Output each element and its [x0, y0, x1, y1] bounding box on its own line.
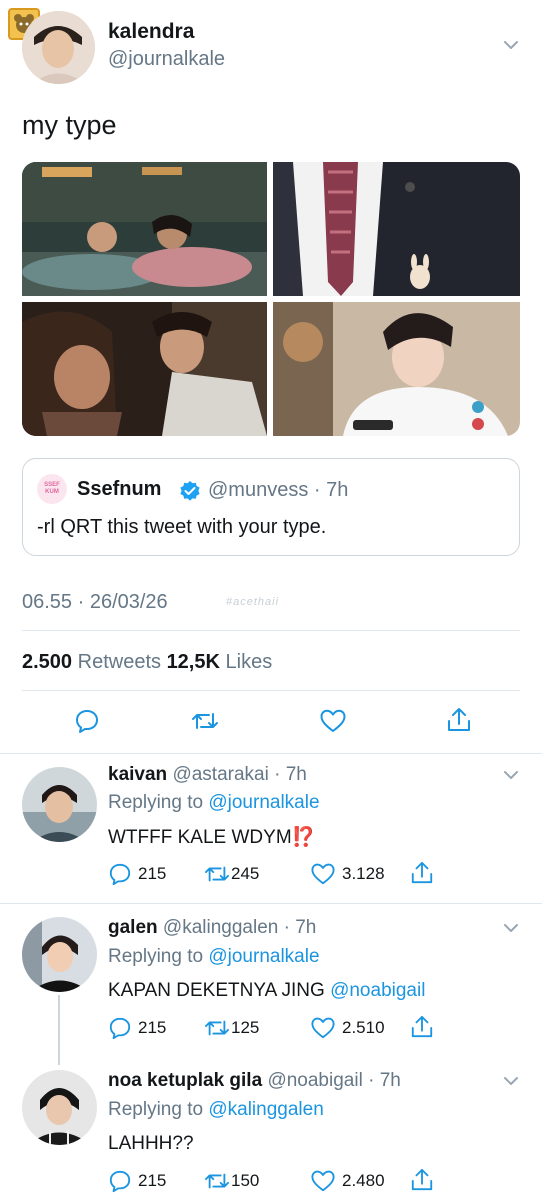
reply-display-name[interactable]: kaivan [108, 764, 167, 785]
reply-icon [108, 862, 132, 886]
reply-display-name[interactable]: galen [108, 917, 158, 938]
retweet-icon [203, 1016, 231, 1040]
retweets-count[interactable]: 2.500 [22, 651, 72, 673]
reply-avatar[interactable] [22, 917, 97, 992]
share-icon[interactable] [410, 860, 434, 886]
reply-time: 7h [379, 1070, 401, 1091]
like-heart-icon[interactable] [319, 708, 347, 734]
reply-handle[interactable]: @noabigail [267, 1070, 362, 1091]
replying-to-prefix: Replying to [108, 946, 204, 967]
divider [22, 630, 520, 631]
author-display-name[interactable]: kalendra [108, 20, 194, 44]
tweet-photo-2[interactable] [273, 162, 520, 296]
retweet-action[interactable]: 150 [203, 1169, 259, 1193]
more-options-chevron-icon[interactable] [502, 766, 520, 789]
mention-link[interactable]: @noabigail [330, 980, 425, 1001]
share-icon[interactable] [410, 1167, 434, 1193]
thread-connector [58, 995, 60, 1065]
reply-action[interactable]: 215 [108, 1016, 166, 1040]
like-count: 2.480 [342, 1171, 385, 1190]
like-count: 2.510 [342, 1018, 385, 1037]
quoted-author-avatar[interactable]: SSEF KUM [37, 474, 67, 504]
watermark-text: #acethaii [226, 596, 280, 608]
reply-text: KAPAN DEKETNYA JING @noabigail [108, 980, 426, 1001]
tweet-stats: 2.500 Retweets 12,5K Likes [22, 651, 272, 674]
reply-header: kaivan @astarakai · 7h [108, 764, 307, 785]
retweet-icon [203, 1169, 231, 1193]
like-action[interactable]: 3.128 [310, 862, 385, 886]
reply-action[interactable]: 215 [108, 862, 166, 886]
more-options-chevron-icon[interactable] [502, 36, 520, 59]
like-heart-icon [310, 1016, 336, 1040]
reply-time: 7h [295, 917, 317, 938]
share-icon[interactable] [446, 706, 472, 734]
tweet-photo-1[interactable] [22, 162, 267, 296]
replying-to: Replying to @kalinggalen [108, 1099, 324, 1121]
tweet-text: my type [22, 110, 117, 140]
replying-to-handle[interactable]: @journalkale [208, 792, 319, 813]
replying-to-handle[interactable]: @journalkale [208, 946, 319, 967]
likes-count[interactable]: 12,5K [167, 651, 220, 673]
reply-action[interactable]: 215 [108, 1169, 166, 1193]
tweet-timestamp[interactable]: 06.55 · 26/03/26 [22, 591, 168, 614]
retweet-count: 150 [231, 1171, 260, 1190]
divider [22, 690, 520, 691]
replying-to-prefix: Replying to [108, 1099, 204, 1120]
like-heart-icon [310, 1169, 336, 1193]
retweet-action[interactable]: 125 [203, 1016, 259, 1040]
retweet-action[interactable]: 245 [203, 862, 259, 886]
reply-handle[interactable]: @kalinggalen [163, 917, 278, 938]
quoted-tweet-text: -rl QRT this tweet with your type. [37, 516, 327, 538]
reply-text: LAHHH?? [108, 1133, 194, 1154]
tweet-photo-3[interactable] [22, 302, 267, 436]
retweets-label[interactable]: Retweets [78, 651, 161, 673]
reply-count: 215 [138, 1171, 167, 1190]
retweet-icon[interactable] [191, 708, 219, 734]
retweet-count: 125 [231, 1018, 260, 1037]
retweet-count: 245 [231, 864, 260, 883]
replying-to: Replying to @journalkale [108, 946, 320, 968]
like-heart-icon [310, 862, 336, 886]
reply-count: 215 [138, 864, 167, 883]
quoted-tweet-card[interactable] [22, 458, 520, 556]
reply-icon [108, 1016, 132, 1040]
tweet-photo-4[interactable] [273, 302, 520, 436]
replying-to: Replying to @journalkale [108, 792, 320, 814]
more-options-chevron-icon[interactable] [502, 1072, 520, 1095]
replying-to-handle[interactable]: @kalinggalen [208, 1099, 323, 1120]
like-action[interactable]: 2.480 [310, 1169, 385, 1193]
divider [0, 753, 542, 754]
more-options-chevron-icon[interactable] [502, 919, 520, 942]
quoted-avatar-text: SSEF KUM [44, 482, 60, 495]
reply-time: 7h [285, 764, 307, 785]
reply-icon[interactable] [74, 708, 100, 734]
reply-header: galen @kalinggalen · 7h [108, 917, 317, 938]
quoted-time: 7h [326, 479, 349, 501]
share-icon[interactable] [410, 1014, 434, 1040]
reply-display-name[interactable]: noa ketuplak gila [108, 1070, 262, 1091]
verified-badge-icon [179, 480, 201, 507]
reply-handle[interactable]: @astarakai [172, 764, 268, 785]
like-action[interactable]: 2.510 [310, 1016, 385, 1040]
quoted-display-name[interactable]: Ssefnum [77, 478, 161, 501]
divider [0, 903, 542, 904]
reply-icon [108, 1169, 132, 1193]
author-handle[interactable]: @journalkale [108, 48, 225, 71]
author-avatar[interactable] [22, 11, 95, 84]
likes-label[interactable]: Likes [226, 651, 273, 673]
like-count: 3.128 [342, 864, 385, 883]
emoji-exclamation-question: ⁉️ [291, 827, 316, 848]
reply-text: WTFFF KALE WDYM⁉️ [108, 827, 316, 848]
quoted-handle-line[interactable]: @munvess · 7h [208, 479, 348, 502]
reply-count: 215 [138, 1018, 167, 1037]
reply-header: noa ketuplak gila @noabigail · 7h [108, 1070, 401, 1091]
reply-avatar[interactable] [22, 1070, 97, 1145]
retweet-icon [203, 862, 231, 886]
reply-avatar[interactable] [22, 767, 97, 842]
quoted-handle: @munvess [208, 479, 309, 501]
replying-to-prefix: Replying to [108, 792, 204, 813]
